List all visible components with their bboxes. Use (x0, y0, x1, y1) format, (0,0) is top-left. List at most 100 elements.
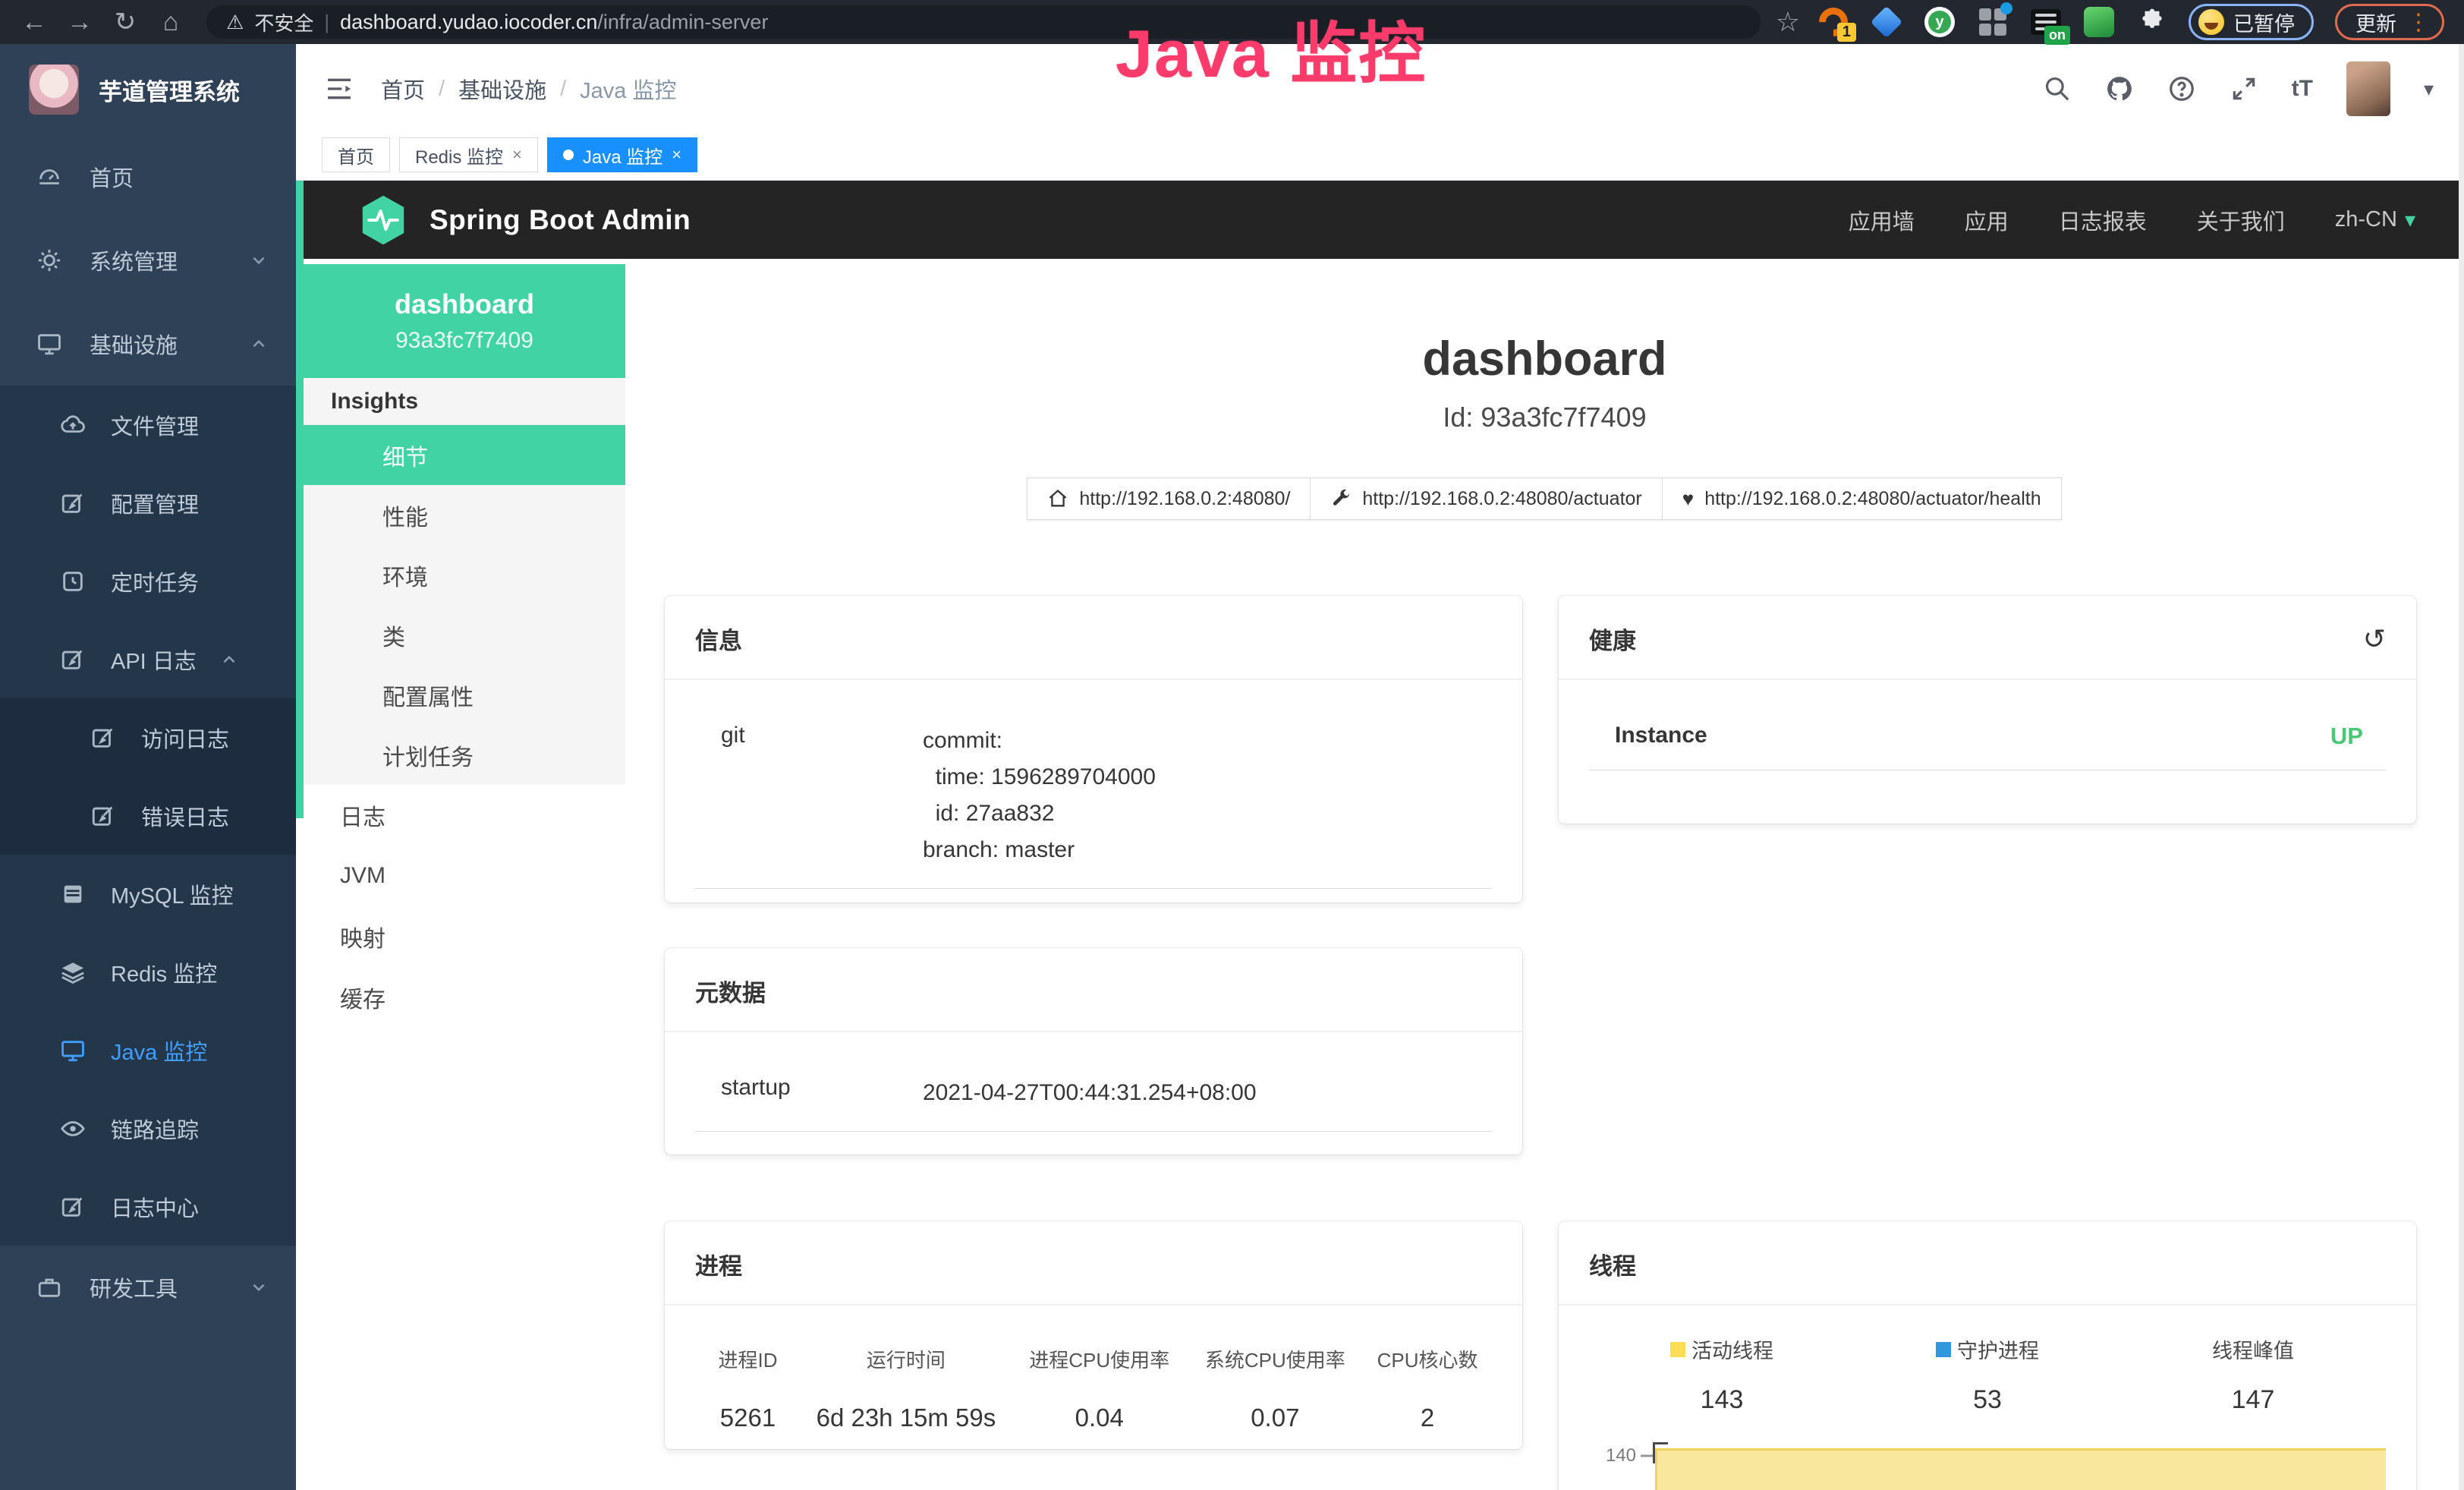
chevron-up-icon (249, 334, 269, 354)
extension-person-icon[interactable] (2082, 5, 2116, 39)
breadcrumb-infra[interactable]: 基础设施 (458, 73, 546, 105)
security-label[interactable]: 不安全 (254, 8, 313, 36)
cards-grid: 信息 git commit: time: 1596289704000 id: 2… (665, 596, 2425, 1490)
help-icon[interactable] (2167, 74, 2196, 103)
sidebar-item-file-manage[interactable]: 文件管理 (0, 386, 296, 464)
sba-nav-about[interactable]: 关于我们 (2197, 204, 2285, 236)
sidebar-item-api-logs[interactable]: API 日志 (0, 620, 296, 698)
sba-menu-classes[interactable]: 类 (304, 605, 625, 665)
info-card-header: 信息 (665, 596, 1522, 680)
extension-c-icon[interactable]: 1 (1817, 5, 1850, 39)
sidebar-item-tracing[interactable]: 链路追踪 (0, 1089, 296, 1167)
on-badge: on (2044, 26, 2070, 45)
avatar[interactable] (2346, 61, 2390, 116)
briefcase-icon (33, 1274, 65, 1300)
sidebar-item-label: 文件管理 (111, 409, 199, 441)
hamburger-icon[interactable] (322, 74, 357, 104)
update-button[interactable]: 更新 ⋮ (2335, 4, 2444, 40)
sidebar-item-access-logs[interactable]: 访问日志 (0, 698, 296, 777)
fullscreen-icon[interactable] (2230, 74, 2258, 103)
address-bar[interactable]: ⚠ 不安全 | dashboard.yudao.iocoder.cn/infra… (206, 5, 1761, 39)
instance-id: 93a3fc7f7409 (395, 328, 533, 354)
scrollbar-thumb[interactable] (296, 181, 304, 818)
bookmark-star-icon[interactable]: ☆ (1776, 6, 1800, 38)
sba-header: Spring Boot Admin 应用墙 应用 日志报表 关于我们 zh-CN… (304, 181, 2464, 259)
breadcrumb-home[interactable]: 首页 (381, 73, 425, 105)
extensions-cluster: 1 y on (1817, 5, 2169, 39)
sba-menu-scheduled-tasks[interactable]: 计划任务 (304, 725, 625, 785)
warning-icon[interactable]: ⚠ (226, 11, 244, 34)
sidebar-item-mysql-monitor[interactable]: MySQL 监控 (0, 855, 296, 933)
sba-nav-journal[interactable]: 日志报表 (2059, 204, 2147, 236)
sba-menu-logs[interactable]: 日志 (304, 785, 625, 846)
tab-home[interactable]: 首页 (322, 137, 390, 172)
sba-sidebar: dashboard 93a3fc7f7409 Insights 细节 性能 环境… (304, 259, 625, 1490)
stat-label: 线程峰值 (2212, 1334, 2294, 1364)
puzzle-icon[interactable] (2135, 5, 2169, 39)
avatar-caret-icon[interactable]: ▾ (2424, 77, 2434, 101)
paused-pill[interactable]: 已暂停 (2189, 4, 2314, 40)
infra-submenu: 文件管理 配置管理 定时任务 API 日志 访问日志 (0, 386, 296, 1246)
health-url-button[interactable]: ♥ http://192.168.0.2:48080/actuator/heal… (1662, 477, 2062, 520)
sidebar-item-cron-jobs[interactable]: 定时任务 (0, 542, 296, 620)
scrollbar[interactable] (296, 181, 304, 1490)
extension-gem-icon[interactable] (1870, 5, 1903, 39)
instance-header[interactable]: dashboard 93a3fc7f7409 (304, 264, 625, 378)
service-url-button[interactable]: http://192.168.0.2:48080/ (1027, 477, 1311, 520)
sba-nav-applications[interactable]: 应用 (1965, 204, 2009, 236)
page-scrollbar[interactable] (2459, 44, 2464, 1490)
sidebar-item-system[interactable]: 系统管理 (0, 219, 296, 302)
app-logo-row[interactable]: 芋道管理系统 (0, 44, 296, 135)
sba-body: dashboard 93a3fc7f7409 Insights 细节 性能 环境… (304, 259, 2464, 1490)
sba-menu-jvm[interactable]: JVM (304, 846, 625, 906)
search-icon[interactable] (2043, 74, 2072, 103)
font-size-icon[interactable]: tT (2292, 76, 2313, 102)
metadata-value: 2021-04-27T00:44:31.254+08:00 (923, 1075, 1492, 1111)
extension-grid-icon[interactable] (1976, 5, 2009, 39)
edit-icon (58, 647, 88, 673)
threads-chart-plot (1653, 1442, 2386, 1490)
sba-nav-wallboard[interactable]: 应用墙 (1849, 204, 1915, 236)
history-icon[interactable]: ↺ (2363, 623, 2386, 655)
forward-icon[interactable]: → (59, 8, 100, 37)
browser-menu-dots-icon[interactable]: ⋮ (2407, 9, 2430, 36)
extension-y-icon[interactable]: y (1923, 5, 1956, 39)
threads-chart-y-axis: 140 120 100 (1589, 1442, 1653, 1490)
github-icon[interactable] (2105, 74, 2134, 103)
url-divider: | (324, 11, 329, 34)
back-icon[interactable]: ← (14, 8, 55, 37)
url-text[interactable]: dashboard.yudao.iocoder.cn/infra/admin-s… (340, 11, 768, 34)
stat-value: 147 (2120, 1385, 2386, 1415)
sba-brand-title[interactable]: Spring Boot Admin (430, 204, 691, 236)
sba-menu-metrics[interactable]: 性能 (304, 485, 625, 545)
sba-menu-environment[interactable]: 环境 (304, 545, 625, 605)
app-title: 芋道管理系统 (99, 73, 240, 107)
health-row-instance[interactable]: Instance UP (1589, 700, 2386, 770)
breadcrumb-separator: / (439, 77, 445, 102)
home-icon[interactable]: ⌂ (150, 8, 191, 37)
sba-menu-details[interactable]: 细节 (304, 425, 625, 485)
sidebar-item-log-center[interactable]: 日志中心 (0, 1167, 296, 1246)
tab-java-monitor[interactable]: Java 监控 × (547, 137, 697, 172)
sidebar-item-dev-tools[interactable]: 研发工具 (0, 1246, 296, 1329)
close-icon[interactable]: × (672, 145, 681, 165)
sidebar-item-error-logs[interactable]: 错误日志 (0, 777, 296, 855)
threads-card: 线程 活动线程 143 (1559, 1221, 2416, 1490)
reload-icon[interactable]: ↻ (105, 7, 146, 37)
sidebar-item-config-manage[interactable]: 配置管理 (0, 464, 296, 542)
sba-menu-caches[interactable]: 缓存 (304, 967, 625, 1028)
sba-main: dashboard Id: 93a3fc7f7409 http://192.16… (625, 259, 2464, 1490)
sidebar-item-home[interactable]: 首页 (0, 135, 296, 219)
sba-language-select[interactable]: zh-CN ▾ (2335, 207, 2415, 232)
actuator-url-button[interactable]: http://192.168.0.2:48080/actuator (1310, 477, 1662, 520)
close-icon[interactable]: × (512, 145, 522, 165)
metadata-card: 元数据 startup 2021-04-27T00:44:31.254+08:0… (665, 948, 1522, 1155)
sidebar-item-redis-monitor[interactable]: Redis 监控 (0, 933, 296, 1011)
extension-list-icon[interactable]: on (2029, 5, 2063, 39)
sba-menu-mappings[interactable]: 映射 (304, 906, 625, 967)
sidebar-item-infra[interactable]: 基础设施 (0, 302, 296, 386)
tab-redis-monitor[interactable]: Redis 监控 × (399, 137, 538, 172)
admin-sidebar: 芋道管理系统 首页 系统管理 基础设施 (0, 44, 296, 1490)
sidebar-item-java-monitor[interactable]: Java 监控 (0, 1011, 296, 1089)
sba-menu-config-props[interactable]: 配置属性 (304, 665, 625, 725)
